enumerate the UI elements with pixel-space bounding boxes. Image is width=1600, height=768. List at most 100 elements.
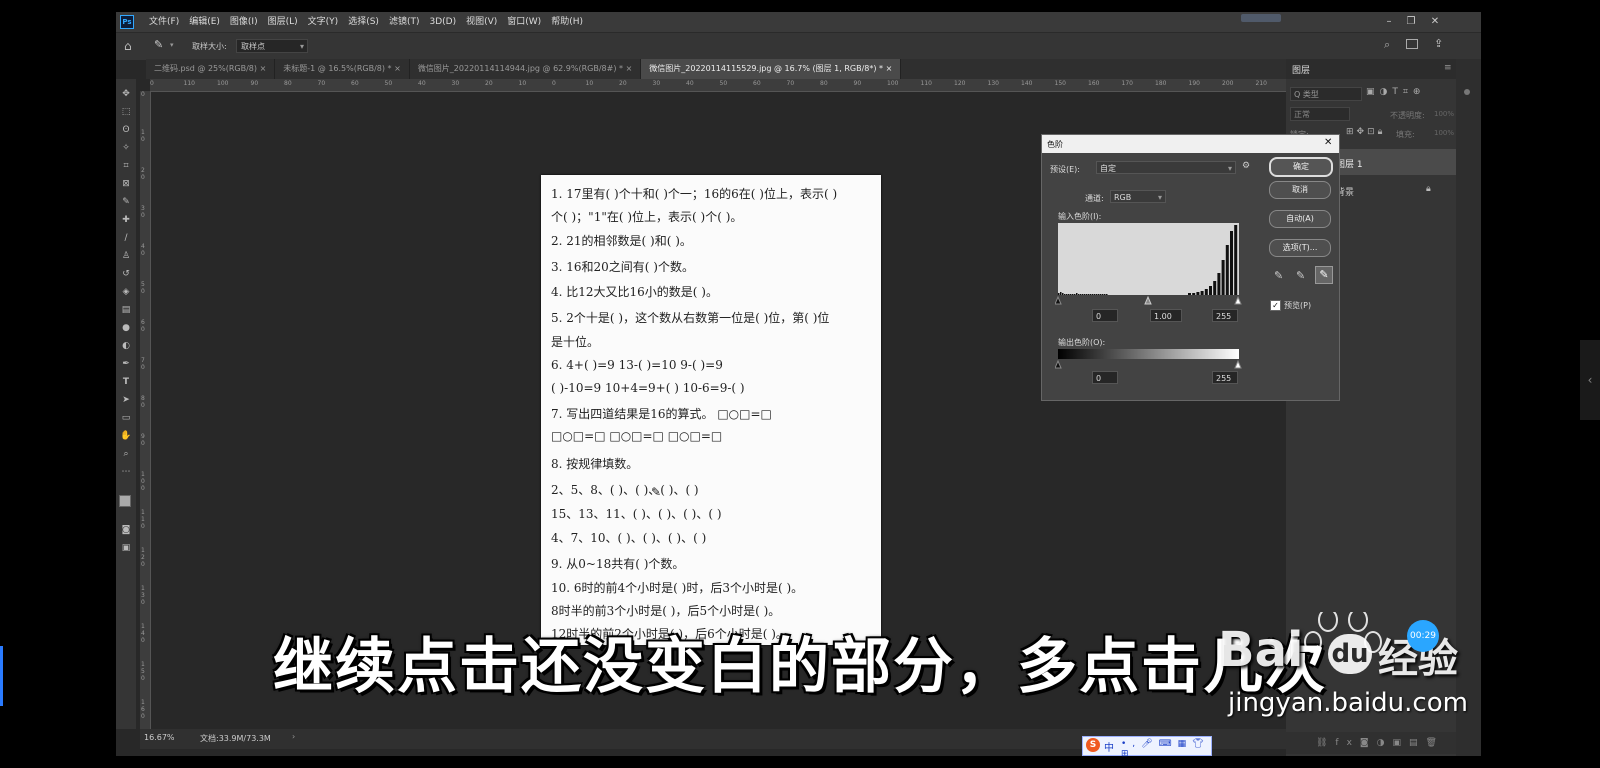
input-slider[interactable] [1055,295,1242,305]
menu-help[interactable]: 帮助(H) [546,12,588,32]
ruler-tick-label: 60 [753,80,761,87]
eyedropper-icon[interactable]: ✎ [118,195,134,209]
pen-tool-icon[interactable]: ✒ [118,357,134,371]
tab-close-icon[interactable]: × [886,64,893,73]
move-tool-icon[interactable]: ✥ [118,87,134,101]
gray-eyedropper-icon[interactable]: ✎ [1296,269,1305,282]
home-icon[interactable]: ⌂ [124,39,132,53]
black-eyedropper-icon[interactable]: ✎ [1274,269,1283,282]
restore-button[interactable]: ❐ [1400,12,1422,32]
workspace-icon[interactable] [1406,39,1418,49]
crop-tool-icon[interactable]: ⌗ [118,159,134,173]
search-icon[interactable]: ⌕ [1384,38,1390,52]
input-gamma-slider[interactable] [1144,295,1152,305]
tab-untitled[interactable]: 未标题-1 @ 16.5%(RGB/8) * × [275,59,410,79]
type-tool-icon[interactable]: T [118,375,134,389]
channel-dropdown[interactable]: RGB ▾ [1110,190,1166,203]
chevron-down-icon: ▾ [1227,164,1232,173]
opacity-value[interactable]: 100% [1434,110,1454,118]
preset-dropdown[interactable]: 自定 ▾ [1096,161,1236,174]
dialog-titlebar[interactable]: 色阶 ✕ [1042,135,1339,153]
minimize-button[interactable]: – [1378,12,1400,32]
ime-tool-icons[interactable]: •,🎤︎⌨▦👕︎⊞ [1121,739,1211,759]
magic-wand-tool-icon[interactable]: ✧ [118,141,134,155]
output-black-field[interactable]: 0 [1092,371,1118,384]
healing-brush-icon[interactable]: ✚ [118,213,134,227]
input-gamma-field[interactable]: 1.00 [1150,309,1182,322]
blur-tool-icon[interactable]: ● [118,321,134,335]
cancel-button[interactable]: 取消 [1269,181,1331,199]
output-white-slider[interactable] [1234,359,1242,369]
ok-button[interactable]: 确定 [1269,157,1333,177]
fill-value[interactable]: 100% [1434,129,1454,137]
share-icon[interactable]: ⇪ [1434,37,1443,50]
preview-checkbox[interactable]: ✓ [1270,300,1281,311]
screen-mode-icon[interactable]: ▣ [118,541,134,555]
blend-mode-dropdown[interactable]: 正常 [1290,107,1350,121]
menu-filter[interactable]: 滤镜(T) [384,12,425,32]
tab-wechat-image-2[interactable]: 微信图片_20220114115529.jpg @ 16.7% (图层 1, R… [641,59,902,79]
menu-image[interactable]: 图像(I) [225,12,263,32]
hand-tool-icon[interactable]: ✋ [118,429,134,443]
gradient-tool-icon[interactable]: ▤ [118,303,134,317]
quick-mask-icon[interactable]: ◙ [118,523,134,537]
menu-3d[interactable]: 3D(D) [424,12,461,32]
ime-toolbar[interactable]: S 中 •,🎤︎⌨▦👕︎⊞ [1082,736,1212,759]
history-brush-icon[interactable]: ↺ [118,267,134,281]
frame-tool-icon[interactable]: ⊠ [118,177,134,191]
zoom-tool-icon[interactable]: ⌕ [118,447,134,461]
close-button[interactable]: ✕ [1424,12,1446,32]
eyedropper-tool-icon[interactable]: ✎ [154,38,163,51]
options-button[interactable]: 选项(T)... [1269,239,1331,257]
ime-language[interactable]: 中 [1104,739,1114,754]
panel-collapse-dot[interactable] [1464,89,1470,95]
layers-footer-icons[interactable]: ⛓fx◙◑▣▤🗑︎ [1286,732,1456,754]
more-tools-icon[interactable]: ⋯ [118,465,134,479]
input-black-field[interactable]: 0 [1092,309,1118,322]
question-line: 15、13、11、( )、( )、( )、( ) [551,507,722,521]
output-slider[interactable] [1055,359,1242,369]
dodge-tool-icon[interactable]: ◐ [118,339,134,353]
tab-qrcode[interactable]: 二维码.psd @ 25%(RGB/8) × [146,59,276,79]
tab-wechat-image-1[interactable]: 微信图片_20220114114944.jpg @ 62.9%(RGB/8#) … [410,59,642,79]
input-white-field[interactable]: 255 [1212,309,1238,322]
menu-window[interactable]: 窗口(W) [502,12,546,32]
rectangle-tool-icon[interactable]: ▭ [118,411,134,425]
sample-size-dropdown[interactable]: 取样点 ▾ [236,39,308,53]
menu-type[interactable]: 文字(Y) [303,12,344,32]
dialog-close-icon[interactable]: ✕ [1324,137,1332,148]
auto-button[interactable]: 自动(A) [1269,210,1331,228]
brush-tool-icon[interactable]: ∕ [118,231,134,245]
input-white-slider[interactable] [1234,295,1242,305]
tab-close-icon[interactable]: × [626,64,633,73]
lasso-tool-icon[interactable]: ʘ [118,123,134,137]
lock-icons[interactable]: ⊞✥⊡🔒︎ [1346,127,1385,137]
status-menu-chevron-icon[interactable]: › [292,732,295,741]
input-black-slider[interactable] [1055,295,1062,305]
output-white-field[interactable]: 255 [1212,371,1238,384]
tool-preset-chevron-icon[interactable]: ▾ [170,41,174,49]
layer-filter-icons[interactable]: ▣◑T⌗⊕ [1366,87,1425,97]
menu-file[interactable]: 文件(F) [144,12,184,32]
zoom-level[interactable]: 16.67% [144,733,175,742]
eraser-tool-icon[interactable]: ◈ [118,285,134,299]
histogram-bar [1209,286,1212,295]
panel-menu-icon[interactable]: ≡ [1444,63,1452,73]
document-image[interactable]: 1. 17里有( )个十和( )个一；16的6在( )位上，表示( ) 个( )；… [541,175,881,645]
foreground-color-swatch[interactable] [119,495,131,507]
side-collapse-tab[interactable]: ‹ [1580,340,1600,420]
menu-view[interactable]: 视图(V) [461,12,502,32]
stamp-tool-icon[interactable]: ♙ [118,249,134,263]
path-select-icon[interactable]: ➤ [118,393,134,407]
layers-tab[interactable]: 图层 [1292,63,1310,76]
menu-layer[interactable]: 图层(L) [263,12,303,32]
menu-edit[interactable]: 编辑(E) [184,12,225,32]
preset-options-gear-icon[interactable]: ⚙ [1242,161,1250,171]
marquee-tool-icon[interactable]: ⬚ [118,105,134,119]
tab-close-icon[interactable]: × [394,64,401,73]
tab-close-icon[interactable]: × [260,64,267,73]
output-black-slider[interactable] [1055,359,1062,369]
menu-select[interactable]: 选择(S) [343,12,384,32]
white-eyedropper-icon[interactable]: ✎ [1315,266,1333,284]
layer-kind-filter[interactable]: Q 类型 [1290,87,1362,101]
